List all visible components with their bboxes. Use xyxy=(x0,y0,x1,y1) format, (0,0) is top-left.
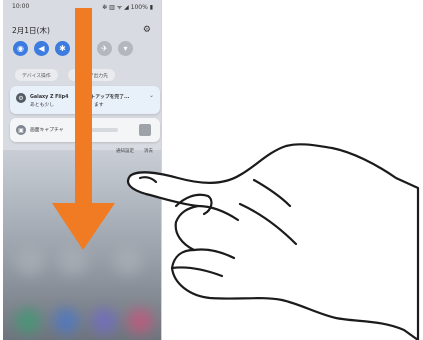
gesture-illustration xyxy=(52,8,420,340)
swipe-down-arrow xyxy=(52,8,115,250)
hand-illustration xyxy=(126,143,420,340)
